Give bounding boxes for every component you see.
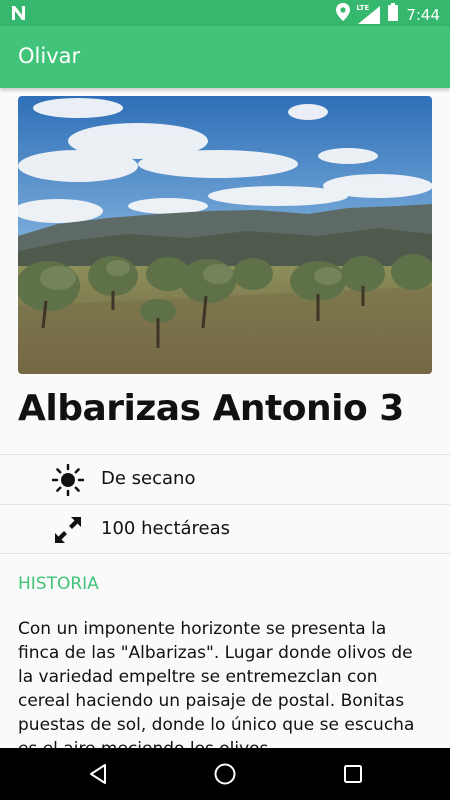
olive-grove-photo xyxy=(18,96,432,374)
detail-content[interactable]: Albarizas Antonio 3 De secano 100 hectár… xyxy=(0,88,450,748)
clock: 7:44 xyxy=(406,5,440,24)
irrigation-label: De secano xyxy=(101,468,196,489)
history-text: Con un imponente horizonte se presenta l… xyxy=(18,619,415,748)
irrigation-row: De secano xyxy=(0,455,450,504)
signal-icon: LTE xyxy=(356,3,381,24)
expand-arrows-icon xyxy=(52,514,84,546)
status-bar: LTE 7:44 xyxy=(0,0,450,26)
area-label: 100 hectáreas xyxy=(101,518,231,539)
recents-icon[interactable] xyxy=(341,762,365,786)
location-icon xyxy=(336,3,351,26)
navigation-bar xyxy=(0,748,450,800)
app-bar: Olivar xyxy=(0,26,450,88)
history-heading: HISTORIA xyxy=(18,574,99,594)
divider xyxy=(0,553,450,554)
battery-icon xyxy=(388,3,399,26)
app-title: Olivar xyxy=(18,44,81,68)
home-icon[interactable] xyxy=(213,762,237,786)
notification-n-icon xyxy=(10,4,28,27)
farm-name: Albarizas Antonio 3 xyxy=(18,388,404,429)
sun-icon xyxy=(51,463,85,497)
area-row: 100 hectáreas xyxy=(0,505,450,554)
back-icon[interactable] xyxy=(86,762,110,786)
network-badge: LTE xyxy=(356,3,370,12)
